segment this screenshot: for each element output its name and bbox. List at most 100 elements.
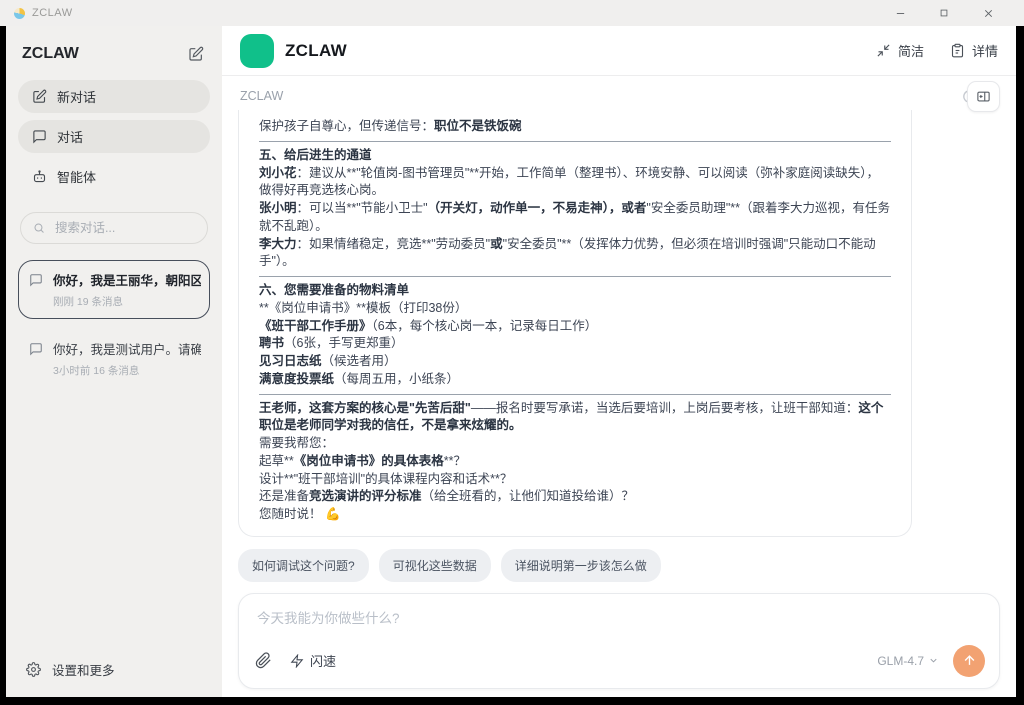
message-paragraph: 还是准备竞选演讲的评分标准（给全班看的，让他们知道投给谁）？ xyxy=(259,488,891,506)
sender-row: ZCLAW xyxy=(222,84,1016,108)
search-icon xyxy=(33,221,45,235)
conversation-item[interactable]: 你好，我是测试用户。请确...3小时前 16 条消息 xyxy=(18,329,210,388)
brand-logo-icon xyxy=(240,34,274,68)
gear-icon xyxy=(26,662,41,677)
message-text-segment: 起草** xyxy=(259,454,294,468)
main-header: ZCLAW 简洁 详情 xyxy=(222,26,1016,76)
model-selector[interactable]: GLM-4.7 xyxy=(877,654,939,668)
arrow-up-icon xyxy=(962,653,977,668)
close-button[interactable] xyxy=(966,0,1010,26)
sidebar-item-对话[interactable]: 对话 xyxy=(18,120,210,153)
compress-icon xyxy=(876,43,891,58)
conversation-list: 你好，我是王丽华，朝阳区...刚刚 19 条消息你好，我是测试用户。请确...3… xyxy=(18,260,210,388)
message-paragraph: 见习日志纸（候选者用） xyxy=(259,353,891,371)
message-divider xyxy=(259,394,891,395)
message-text-segment: 还是准备 xyxy=(259,489,309,503)
close-icon xyxy=(983,8,994,19)
message-paragraph: 张小明：可以当**"节能小卫士"（开关灯，动作单一，不易走神），或者"安全委员助… xyxy=(259,200,891,236)
assistant-message-bubble: 保护孩子自尊心，但传递信号：职位不是铁饭碗五、给后进生的通道刘小花：建议从**"… xyxy=(238,110,912,537)
message-paragraph: 李大力：如果情绪稳定，竞选**"劳动委员"或"安全委员"**（发挥体力优势，但必… xyxy=(259,236,891,272)
compose-icon xyxy=(188,46,204,62)
composer: 闪速 GLM-4.7 xyxy=(238,593,1000,689)
new-chat-compose-button[interactable] xyxy=(186,44,206,64)
send-button[interactable] xyxy=(953,645,985,677)
message-text-segment: （6本，每个核心岗一本，记录每日工作） xyxy=(372,319,598,333)
attach-file-button[interactable] xyxy=(253,650,274,671)
sidebar-nav: 新对话对话智能体 xyxy=(18,80,210,200)
suggestion-chip[interactable]: 可视化这些数据 xyxy=(379,549,491,582)
search-box[interactable] xyxy=(20,212,208,244)
message-paragraph: 起草**《岗位申请书》的具体表格**？ xyxy=(259,453,891,471)
message-text-segment: 或 xyxy=(490,237,503,251)
message-paragraph: 六、您需要准备的物料清单 xyxy=(259,282,891,300)
suggestion-chip[interactable]: 如何调试这个问题? xyxy=(238,549,369,582)
message-text-segment: （开关灯，动作单一，不易走神），或者 xyxy=(428,201,647,215)
suggestion-chips: 如何调试这个问题? 可视化这些数据详细说明第一步该怎么做 xyxy=(238,549,1000,582)
settings-and-more-button[interactable]: 设置和更多 xyxy=(18,652,210,687)
chat-tools xyxy=(961,81,1000,112)
sidebar-item-智能体[interactable]: 智能体 xyxy=(18,160,210,193)
flash-mode-button[interactable]: 闪速 xyxy=(290,651,336,670)
paperclip-icon xyxy=(255,652,272,669)
sidebar: ZCLAW 新对话对话智能体 你好，我是王丽华，朝阳区...刚刚 19 条消息你… xyxy=(6,26,222,697)
compact-view-label: 简洁 xyxy=(898,41,924,60)
compact-view-button[interactable]: 简洁 xyxy=(876,41,924,60)
model-label: GLM-4.7 xyxy=(877,654,924,668)
message-paragraph: 满意度投票纸（每周五用，小纸条） xyxy=(259,371,891,389)
conversation-item[interactable]: 你好，我是王丽华，朝阳区...刚刚 19 条消息 xyxy=(18,260,210,319)
message-paragraph: 设计**"班干部培训"的具体课程内容和话术**？ xyxy=(259,471,891,489)
clipboard-icon xyxy=(950,43,965,58)
message-text-segment: **？ xyxy=(444,454,466,468)
message-text-segment: 需要我帮您： xyxy=(259,436,334,450)
message-text-segment: 满意度投票纸 xyxy=(259,372,334,386)
sidebar-item-label: 新对话 xyxy=(57,87,96,106)
search-input[interactable] xyxy=(53,220,195,236)
title-bar: ZCLAW xyxy=(0,0,1024,26)
composer-toolbar: 闪速 GLM-4.7 xyxy=(253,645,985,677)
side-panel-icon xyxy=(976,89,991,104)
conversation-meta: 3小时前 16 条消息 xyxy=(53,363,201,378)
message-text-segment: 五、给后进生的通道 xyxy=(259,148,372,162)
sender-name: ZCLAW xyxy=(240,89,283,103)
message-divider xyxy=(259,141,891,142)
message-text-segment: 职位不是铁饭碗 xyxy=(434,119,522,133)
compose-icon xyxy=(32,89,47,104)
message-text-segment: 您随时说！ xyxy=(259,507,322,521)
minimize-icon xyxy=(895,8,906,19)
message-paragraph: 需要我帮您： xyxy=(259,435,891,453)
message-text-segment: 《岗位申请书》的具体表格 xyxy=(294,454,444,468)
message-text-segment: 六、您需要准备的物料清单 xyxy=(259,283,409,297)
header-actions: 简洁 详情 xyxy=(876,41,998,60)
message-text-segment: ：建议从**"轮值岗-图书管理员"**开始，工作简单（整理书）、环境安静、可以阅… xyxy=(259,166,879,198)
maximize-icon xyxy=(939,8,949,18)
flash-mode-label: 闪速 xyxy=(310,651,336,670)
sidebar-title: ZCLAW xyxy=(22,45,79,63)
message-paragraph: **《岗位申请书》**模板（打印38份） xyxy=(259,300,891,318)
message-text-segment: 见习日志纸 xyxy=(259,354,322,368)
sidebar-item-新对话[interactable]: 新对话 xyxy=(18,80,210,113)
window-title: ZCLAW xyxy=(32,7,73,19)
message-paragraph: 刘小花：建议从**"轮值岗-图书管理员"**开始，工作简单（整理书）、环境安静、… xyxy=(259,165,891,201)
message-paragraph: 保护孩子自尊心，但传递信号：职位不是铁饭碗 xyxy=(259,118,891,136)
message-text-segment: ——报名时要写承诺，当选后要培训，上岗后要考核，让班干部知道： xyxy=(471,401,859,415)
detail-view-button[interactable]: 详情 xyxy=(950,41,998,60)
minimize-button[interactable] xyxy=(878,0,922,26)
sidebar-item-label: 智能体 xyxy=(57,167,96,186)
bot-icon xyxy=(32,169,47,184)
message-text-segment: （每周五用，小纸条） xyxy=(334,372,459,386)
sidebar-item-label: 对话 xyxy=(57,127,83,146)
suggestion-chip[interactable]: 详细说明第一步该怎么做 xyxy=(501,549,661,582)
maximize-button[interactable] xyxy=(922,0,966,26)
message-text-segment: 李大力 xyxy=(259,237,297,251)
toggle-side-panel-button[interactable] xyxy=(967,81,1000,112)
message-paragraph: 《班干部工作手册》（6本，每个核心岗一本，记录每日工作） xyxy=(259,318,891,336)
muscle-emoji: 💪 xyxy=(322,507,341,521)
conversation-meta: 刚刚 19 条消息 xyxy=(53,294,201,309)
lightning-icon xyxy=(290,654,304,668)
chat-icon xyxy=(32,129,47,144)
sidebar-header: ZCLAW xyxy=(18,38,210,80)
message-input[interactable] xyxy=(253,607,985,645)
message-text-segment: ：如果情绪稳定，竞选**"劳动委员" xyxy=(297,237,491,251)
message-text-segment: 设计**"班干部培训"的具体课程内容和话术**？ xyxy=(259,472,512,486)
message-text-segment: （候选者用） xyxy=(322,354,397,368)
